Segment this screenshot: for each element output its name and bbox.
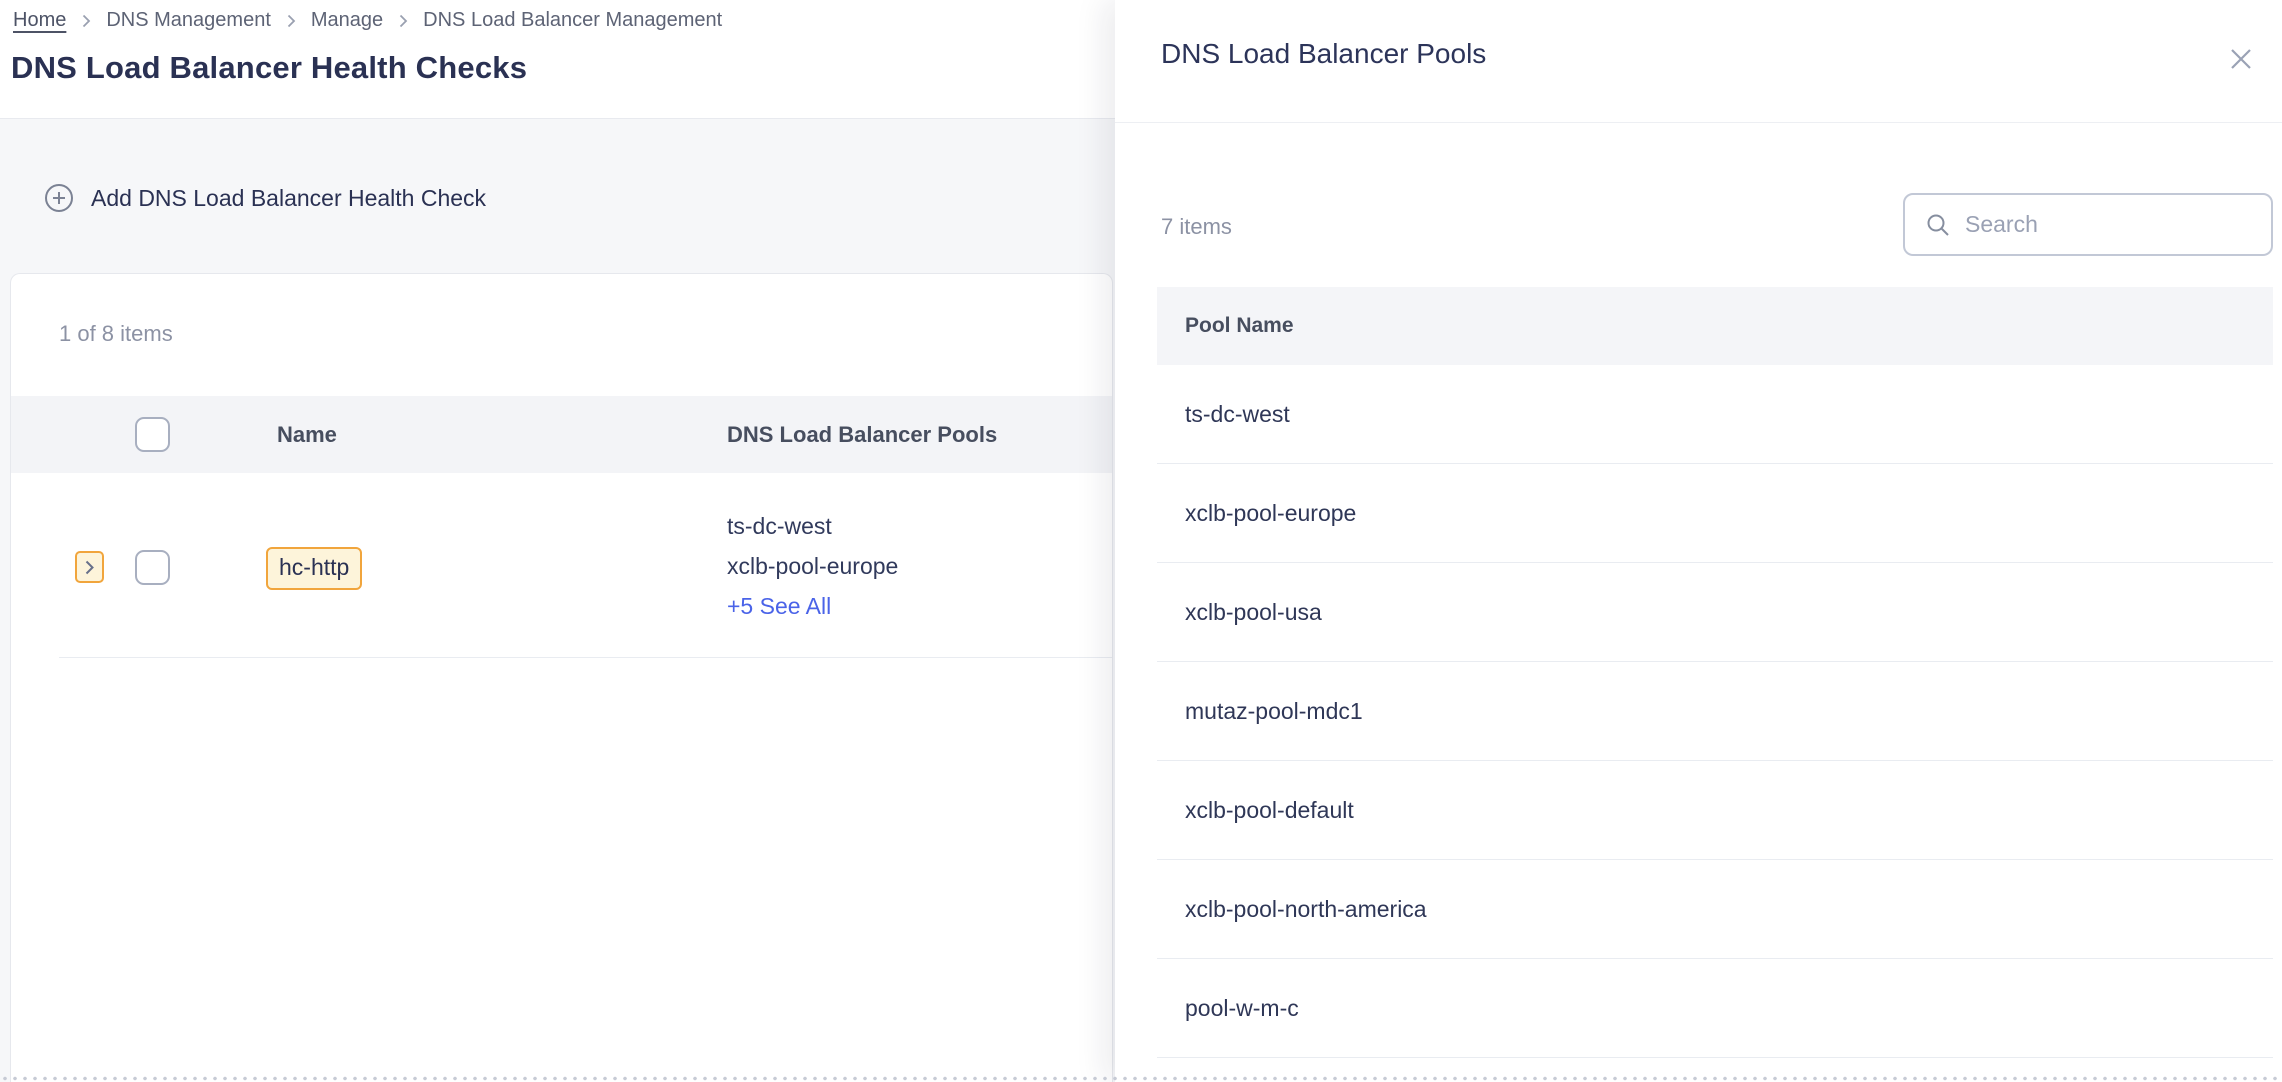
- column-header-pools: DNS Load Balancer Pools: [727, 422, 997, 448]
- app-root: Home DNS Management Manage DNS Load Bala…: [0, 0, 2282, 1082]
- column-header-name: Name: [277, 422, 337, 448]
- breadcrumb-item-manage[interactable]: Manage: [311, 9, 383, 32]
- pool-row: xclb-pool-default: [1157, 761, 2273, 860]
- breadcrumb-item-dns-management[interactable]: DNS Management: [106, 9, 271, 32]
- see-all-link[interactable]: +5 See All: [727, 586, 831, 626]
- close-icon: [2228, 46, 2254, 72]
- chevron-right-icon: [81, 13, 91, 29]
- row-expander-button[interactable]: [75, 551, 104, 583]
- drawer-items-count: 7 items: [1161, 214, 1232, 240]
- items-count: 1 of 8 items: [59, 321, 173, 347]
- pools-drawer: DNS Load Balancer Pools 7 items Pool Nam…: [1115, 0, 2282, 1082]
- breadcrumb-item-dns-lb-management: DNS Load Balancer Management: [423, 9, 722, 32]
- pool-row: xclb-pool-usa: [1157, 563, 2273, 662]
- pool-name-text: xclb-pool-default: [1185, 797, 1354, 824]
- close-button[interactable]: [2224, 42, 2258, 76]
- drawer-title: DNS Load Balancer Pools: [1161, 38, 1486, 70]
- row-checkbox[interactable]: [135, 550, 170, 585]
- search-box: [1903, 193, 2273, 256]
- search-input[interactable]: [1965, 211, 2255, 238]
- column-header-pool-name: Pool Name: [1185, 314, 1294, 338]
- pools-column-header-row: Pool Name: [1157, 287, 2273, 365]
- pool-name-text: ts-dc-west: [727, 506, 898, 546]
- pool-name-text: xclb-pool-north-america: [1185, 896, 1427, 923]
- page-title: DNS Load Balancer Health Checks: [11, 50, 527, 86]
- health-checks-card: 1 of 8 items Name DNS Load Balancer Pool…: [10, 273, 1113, 1082]
- plus-circle-icon: [44, 183, 74, 213]
- pool-row: ts-dc-west: [1157, 365, 2273, 464]
- pools-cell: ts-dc-west xclb-pool-europe +5 See All: [727, 506, 898, 626]
- pool-name-text: xclb-pool-usa: [1185, 599, 1322, 626]
- search-icon: [1925, 212, 1951, 238]
- add-health-check-label: Add DNS Load Balancer Health Check: [91, 185, 486, 212]
- drawer-header-divider: [1115, 122, 2282, 123]
- health-check-name-link[interactable]: hc-http: [266, 547, 362, 590]
- pool-name-text: ts-dc-west: [1185, 401, 1290, 428]
- pool-row: mutaz-pool-mdc1: [1157, 662, 2273, 761]
- pool-name-text: xclb-pool-europe: [1185, 500, 1356, 527]
- bottom-dotted-edge: [0, 1076, 2282, 1081]
- chevron-right-icon: [84, 559, 95, 576]
- pool-name-text: pool-w-m-c: [1185, 995, 1299, 1022]
- select-all-checkbox[interactable]: [135, 417, 170, 452]
- chevron-right-icon: [286, 13, 296, 29]
- pool-row: xclb-pool-north-america: [1157, 860, 2273, 959]
- pool-row: pool-w-m-c: [1157, 959, 2273, 1058]
- breadcrumb-item-home[interactable]: Home: [13, 9, 66, 32]
- table-header-row: Name DNS Load Balancer Pools: [11, 396, 1112, 473]
- table-row: hc-http ts-dc-west xclb-pool-europe +5 S…: [11, 473, 1112, 658]
- breadcrumb: Home DNS Management Manage DNS Load Bala…: [13, 9, 722, 32]
- pool-row: xclb-pool-europe: [1157, 464, 2273, 563]
- chevron-right-icon: [398, 13, 408, 29]
- pools-table: Pool Name ts-dc-west xclb-pool-europe xc…: [1157, 287, 2273, 1058]
- pool-name-text: mutaz-pool-mdc1: [1185, 698, 1363, 725]
- pool-name-text: xclb-pool-europe: [727, 546, 898, 586]
- add-health-check-button[interactable]: Add DNS Load Balancer Health Check: [44, 183, 486, 213]
